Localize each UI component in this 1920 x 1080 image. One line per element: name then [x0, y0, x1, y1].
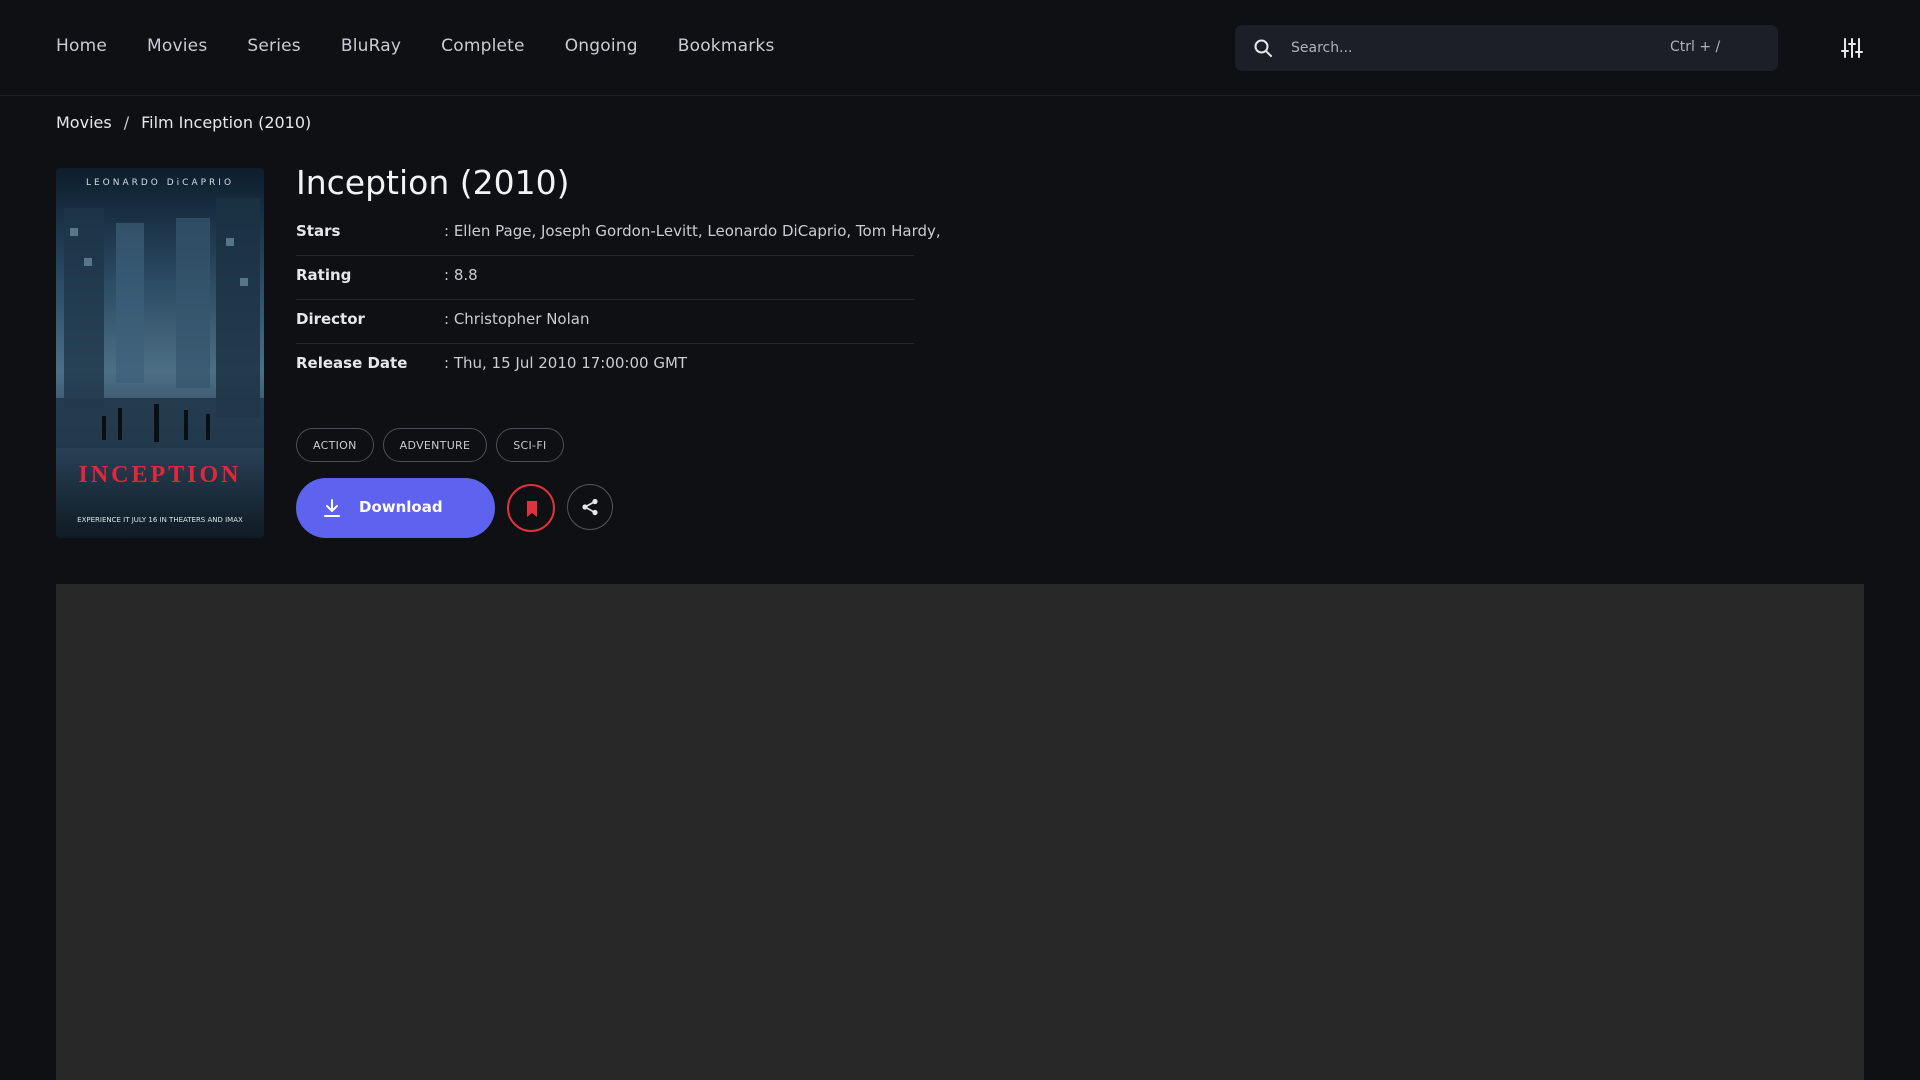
poster-tagline: EXPERIENCE IT JULY 16 IN THEATERS AND IM…: [77, 516, 243, 524]
breadcrumb-separator: /: [123, 113, 130, 132]
main-nav: Home Movies Series BluRay Complete Ongoi…: [56, 36, 775, 56]
nav-bookmarks[interactable]: Bookmarks: [678, 36, 775, 56]
info-label: Release Date: [296, 354, 408, 372]
genre-tag-action[interactable]: ACTION: [296, 428, 374, 462]
share-button[interactable]: [567, 484, 613, 530]
info-value: : Thu, 15 Jul 2010 17:00:00 GMT: [444, 354, 688, 372]
nav-movies[interactable]: Movies: [147, 36, 207, 56]
nav-complete[interactable]: Complete: [441, 36, 525, 56]
info-value: : Christopher Nolan: [444, 310, 590, 328]
info-label: Director: [296, 310, 365, 328]
download-label: Download: [359, 498, 443, 516]
breadcrumb-movies[interactable]: Movies: [56, 113, 112, 132]
search-bar[interactable]: Ctrl + /: [1235, 25, 1778, 71]
movie-info-table: Stars : Ellen Page, Joseph Gordon-Levitt…: [296, 212, 941, 388]
bookmark-icon: [527, 501, 537, 517]
breadcrumb-current: Film Inception (2010): [141, 113, 312, 132]
info-value: : 8.8: [444, 266, 478, 284]
nav-home[interactable]: Home: [56, 36, 107, 56]
search-icon: [1254, 39, 1272, 57]
top-navigation-bar: Home Movies Series BluRay Complete Ongoi…: [0, 0, 1920, 96]
download-icon: [324, 499, 340, 517]
genre-tags: ACTION ADVENTURE SCI-FI: [296, 428, 564, 462]
info-row-rating: Rating : 8.8: [296, 256, 914, 300]
movie-title: Inception (2010): [296, 163, 570, 202]
info-row-stars: Stars : Ellen Page, Joseph Gordon-Levitt…: [296, 212, 941, 256]
genre-tag-adventure[interactable]: ADVENTURE: [382, 428, 488, 462]
movie-poster: LEONARDO DiCAPRIO INCEPTION EXPERIENCE I…: [56, 168, 264, 538]
search-input[interactable]: [1291, 25, 1631, 71]
info-label: Rating: [296, 266, 352, 284]
info-row-release-date: Release Date : Thu, 15 Jul 2010 17:00:00…: [296, 344, 914, 388]
sliders-icon[interactable]: [1840, 36, 1864, 60]
nav-ongoing[interactable]: Ongoing: [565, 36, 638, 56]
download-button[interactable]: Download: [296, 478, 495, 538]
genre-tag-sci-fi[interactable]: SCI-FI: [496, 428, 564, 462]
breadcrumb: Movies / Film Inception (2010): [56, 113, 311, 132]
info-row-director: Director : Christopher Nolan: [296, 300, 914, 344]
nav-series[interactable]: Series: [247, 36, 300, 56]
poster-actor-text: LEONARDO DiCAPRIO: [85, 178, 235, 188]
info-label: Stars: [296, 222, 341, 240]
info-value: : Ellen Page, Joseph Gordon-Levitt, Leon…: [444, 222, 941, 240]
bookmark-button[interactable]: [507, 484, 555, 532]
share-icon: [582, 498, 598, 516]
search-shortcut-hint: Ctrl + /: [1670, 39, 1721, 55]
poster-title-text: INCEPTION: [78, 462, 242, 488]
video-player-area[interactable]: [56, 584, 1864, 1080]
nav-bluray[interactable]: BluRay: [341, 36, 401, 56]
